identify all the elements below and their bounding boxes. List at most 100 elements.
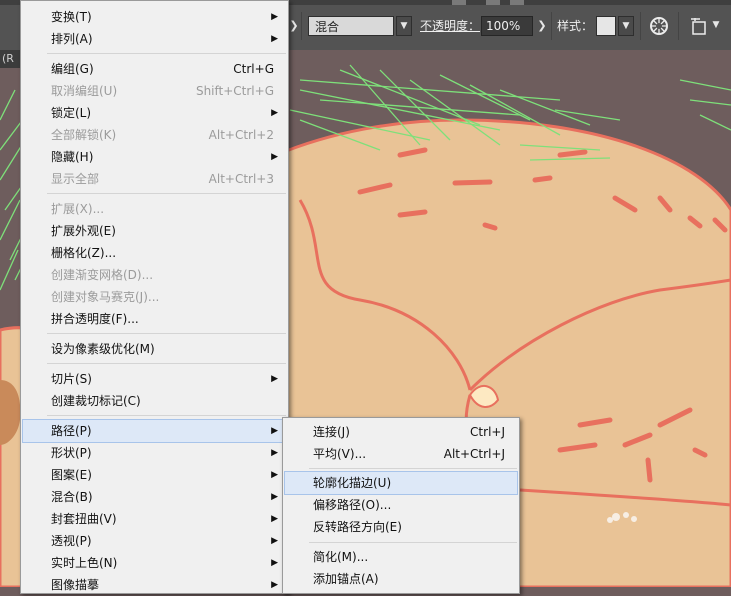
- menu-item-label: 显示全部: [51, 172, 100, 186]
- chevron-right-icon[interactable]: ❯: [287, 16, 301, 36]
- menu-item-label: 扩展外观(E): [51, 224, 116, 238]
- menu-item-shortcut: Ctrl+G: [233, 62, 274, 76]
- menu-item-label: 实时上色(N): [51, 556, 118, 570]
- submenu-arrow-icon: ▶: [271, 470, 278, 480]
- document-tab[interactable]: (R: [0, 50, 20, 68]
- submenu-arrow-icon: ▶: [271, 580, 278, 590]
- menu-item-3[interactable]: 编组(G) Ctrl+G: [23, 58, 286, 80]
- menu-item-17[interactable]: 创建裁切标记(C): [23, 390, 286, 412]
- menu-item-7[interactable]: 隐藏(H) ▶: [23, 146, 286, 168]
- menu-item-20[interactable]: 图案(E) ▶: [23, 464, 286, 486]
- menu-item-shortcut: Shift+Ctrl+G: [195, 84, 274, 98]
- menu-item-2[interactable]: 平均(V)... Alt+Ctrl+J: [285, 443, 517, 465]
- divider: [301, 12, 302, 40]
- object-menu: 变换(T) ▶ 排列(A) ▶ 编组(G) Ctrl+G 取消编组(U) Shift+Ctrl…: [20, 0, 289, 594]
- blend-mode-select[interactable]: 混合: [308, 16, 394, 36]
- menu-separator: [47, 363, 286, 364]
- menu-item-label: 形状(P): [51, 446, 92, 460]
- menu-item-8: 显示全部 Alt+Ctrl+3: [23, 168, 286, 190]
- menu-item-5[interactable]: 反转路径方向(E): [285, 516, 517, 538]
- menu-item-11[interactable]: 栅格化(Z)...: [23, 242, 286, 264]
- strip-mark: [510, 0, 524, 5]
- strip-mark: [486, 0, 500, 5]
- submenu-arrow-icon: ▶: [271, 34, 278, 44]
- menu-item-label: 连接(J): [313, 425, 350, 439]
- menu-item-shortcut: Alt+Ctrl+J: [443, 447, 505, 461]
- menu-item-label: 图案(E): [51, 468, 92, 482]
- menu-item-label: 拼合透明度(F)...: [51, 312, 139, 326]
- recolor-artwork-icon[interactable]: [648, 15, 670, 37]
- menu-separator: [47, 53, 286, 54]
- menu-item-shortcut: Alt+Ctrl+2: [208, 128, 274, 142]
- menu-separator: [47, 193, 286, 194]
- style-swatch[interactable]: [596, 16, 616, 36]
- divider: [551, 12, 552, 40]
- submenu-arrow-icon: ▶: [271, 492, 278, 502]
- submenu-arrow-icon: ▶: [271, 514, 278, 524]
- path-submenu: 连接(J) Ctrl+J 平均(V)... Alt+Ctrl+J 轮廓化描边(U) 偏移路…: [282, 417, 520, 594]
- menu-item-label: 取消编组(U): [51, 84, 118, 98]
- menu-item-label: 透视(P): [51, 534, 92, 548]
- transform-panel-icon[interactable]: [688, 15, 710, 37]
- menu-item-24[interactable]: 实时上色(N) ▶: [23, 552, 286, 574]
- menu-item-1[interactable]: 变换(T) ▶: [23, 6, 286, 28]
- menu-item-6[interactable]: 简化(M)...: [285, 546, 517, 568]
- menu-separator: [309, 468, 517, 469]
- menu-item-label: 简化(M)...: [313, 550, 369, 564]
- menu-item-label: 偏移路径(O)...: [313, 498, 392, 512]
- menu-item-21[interactable]: 混合(B) ▶: [23, 486, 286, 508]
- opacity-label[interactable]: 不透明度：: [420, 16, 480, 36]
- menu-item-23[interactable]: 透视(P) ▶: [23, 530, 286, 552]
- submenu-arrow-icon: ▶: [271, 536, 278, 546]
- menu-item-label: 创建渐变网格(D)...: [51, 268, 154, 282]
- menu-item-22[interactable]: 封套扭曲(V) ▶: [23, 508, 286, 530]
- menu-item-label: 编组(G): [51, 62, 94, 76]
- transform-dropdown-button[interactable]: ▼: [708, 16, 724, 36]
- menu-item-label: 轮廓化描边(U): [313, 476, 392, 490]
- menu-item-2[interactable]: 排列(A) ▶: [23, 28, 286, 50]
- submenu-arrow-icon: ▶: [271, 12, 278, 22]
- menu-item-label: 创建对象马赛克(J)...: [51, 290, 160, 304]
- style-label: 样式：: [557, 19, 594, 33]
- menu-item-label: 图像描摹: [51, 578, 100, 592]
- menu-item-15[interactable]: 设为像素级优化(M): [23, 338, 286, 360]
- menu-separator: [47, 415, 286, 416]
- menu-item-label: 扩展(X)...: [51, 202, 105, 216]
- menu-item-label: 反转路径方向(E): [313, 520, 402, 534]
- menu-item-4[interactable]: 偏移路径(O)...: [285, 494, 517, 516]
- menu-separator: [47, 333, 286, 334]
- divider: [640, 12, 641, 40]
- submenu-arrow-icon: ▶: [271, 558, 278, 568]
- opacity-input[interactable]: 100%: [481, 16, 533, 36]
- menu-item-label: 路径(P): [51, 424, 92, 438]
- menu-item-16[interactable]: 切片(S) ▶: [23, 368, 286, 390]
- menu-item-label: 设为像素级优化(M): [51, 342, 155, 356]
- menu-item-19[interactable]: 形状(P) ▶: [23, 442, 286, 464]
- menu-item-9: 扩展(X)...: [23, 198, 286, 220]
- menu-item-1[interactable]: 连接(J) Ctrl+J: [285, 421, 517, 443]
- opacity-arrow-icon[interactable]: ❯: [535, 16, 549, 36]
- menu-item-label: 隐藏(H): [51, 150, 94, 164]
- menu-item-3[interactable]: 轮廓化描边(U): [284, 471, 518, 495]
- menu-item-label: 切片(S): [51, 372, 92, 386]
- divider: [678, 12, 679, 40]
- menu-item-18[interactable]: 路径(P) ▶: [22, 419, 287, 443]
- blend-mode-dropdown-button[interactable]: ▼: [396, 16, 412, 36]
- menu-item-label: 封套扭曲(V): [51, 512, 117, 526]
- style-dropdown-button[interactable]: ▼: [618, 16, 634, 36]
- menu-item-25[interactable]: 图像描摹 ▶: [23, 574, 286, 596]
- submenu-arrow-icon: ▶: [271, 448, 278, 458]
- submenu-arrow-icon: ▶: [271, 108, 278, 118]
- menu-item-6: 全部解锁(K) Alt+Ctrl+2: [23, 124, 286, 146]
- menu-item-14[interactable]: 拼合透明度(F)...: [23, 308, 286, 330]
- menu-separator: [309, 542, 517, 543]
- strip-mark: [452, 0, 466, 5]
- menu-item-label: 混合(B): [51, 490, 93, 504]
- menu-item-shortcut: Ctrl+J: [470, 425, 505, 439]
- menu-item-label: 创建裁切标记(C): [51, 394, 141, 408]
- menu-item-label: 排列(A): [51, 32, 93, 46]
- menu-item-label: 平均(V)...: [313, 447, 367, 461]
- menu-item-5[interactable]: 锁定(L) ▶: [23, 102, 286, 124]
- menu-item-10[interactable]: 扩展外观(E): [23, 220, 286, 242]
- menu-item-13: 创建对象马赛克(J)...: [23, 286, 286, 308]
